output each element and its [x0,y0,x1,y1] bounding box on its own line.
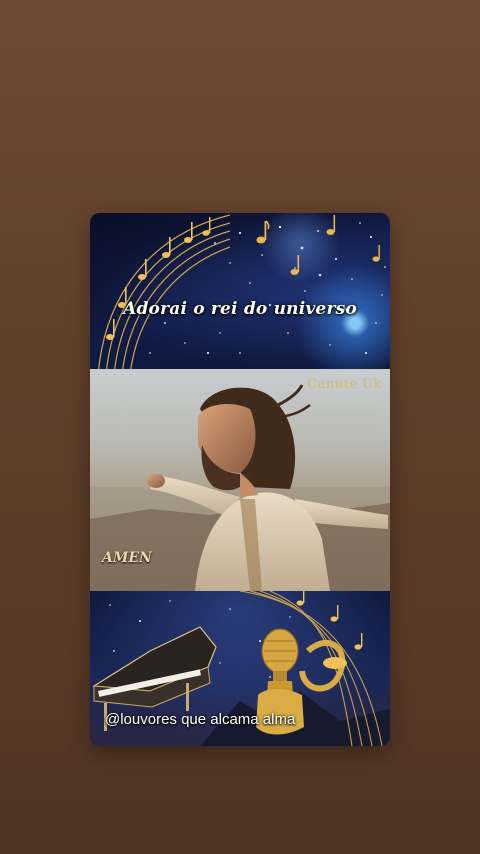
music-note-icon [256,220,270,244]
amen-label: AMEN [102,550,152,566]
story-viewer: Adorai o rei do universo Canute Uk AMEN … [0,0,480,854]
middle-panel-worship-figure: Canute Uk AMEN [90,369,390,591]
music-note-icon [290,255,300,275]
music-note-icon [372,245,380,262]
top-panel-starry-sky: Adorai o rei do universo [90,213,390,375]
bottom-panel-piano-mic: @louvores que alcama alma [90,591,390,746]
story-card[interactable]: Adorai o rei do universo Canute Uk AMEN … [90,213,390,746]
story-title: Adorai o rei do universo [123,299,357,319]
story-caption: @louvores que alcama alma [105,711,296,728]
music-note-icon [326,215,336,235]
watermark-text: Canute Uk [307,377,382,392]
golden-music-staff [97,214,230,375]
